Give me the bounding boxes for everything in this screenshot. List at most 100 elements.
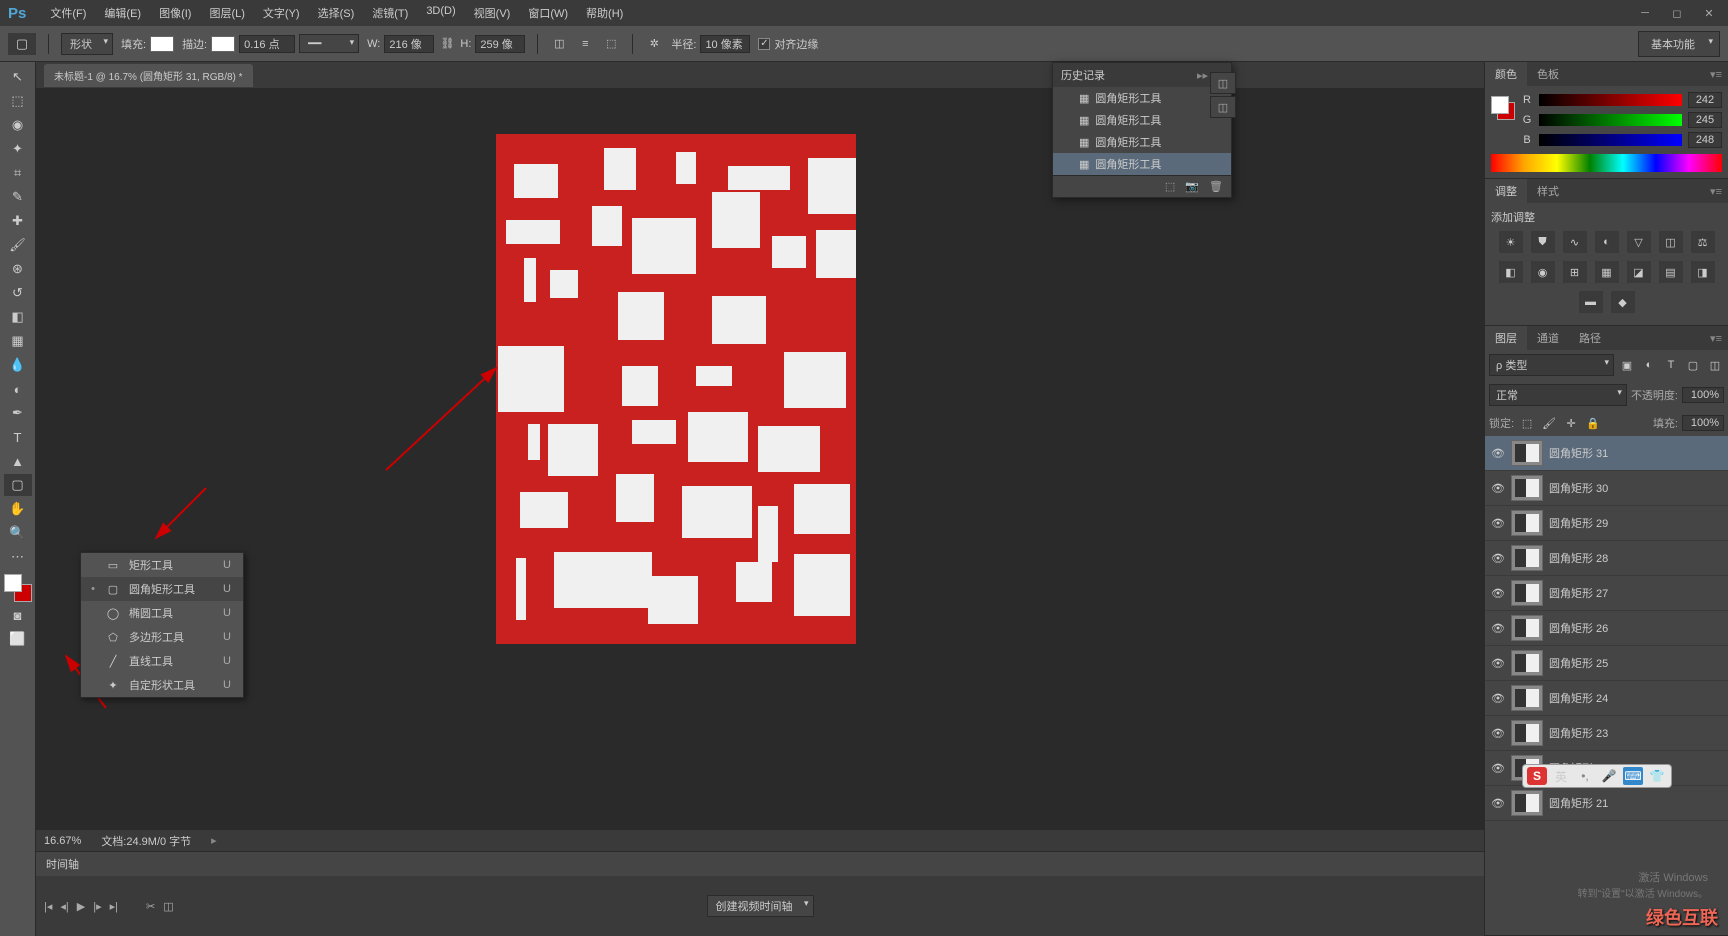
menu-item[interactable]: 窗口(W) — [520, 1, 576, 25]
fill-value[interactable]: 100% — [1682, 415, 1724, 431]
layer-row[interactable]: 👁圆角矩形 25 — [1485, 646, 1728, 681]
shape-tool-option[interactable]: ⬠多边形工具U — [81, 625, 243, 649]
dock-icon[interactable]: ◫ — [1210, 96, 1236, 118]
shape-tool-option[interactable]: ╱直线工具U — [81, 649, 243, 673]
cut-icon[interactable]: ✂ — [146, 900, 155, 913]
gear-icon[interactable]: ✲ — [645, 35, 663, 53]
workspace-switcher[interactable]: 基本功能 — [1638, 31, 1720, 57]
height-input[interactable] — [475, 35, 525, 53]
shape-tool-option[interactable]: ▭矩形工具U — [81, 553, 243, 577]
hand-tool[interactable]: ✋ — [4, 498, 32, 520]
visibility-icon[interactable]: 👁 — [1491, 692, 1505, 705]
hist-new-doc-icon[interactable]: ⬚ — [1165, 180, 1175, 193]
path-ops-icon[interactable]: ◫ — [550, 35, 568, 53]
layer-row[interactable]: 👁圆角矩形 23 — [1485, 716, 1728, 751]
pen-tool[interactable]: ✒ — [4, 402, 32, 424]
crop-tool[interactable]: ⌗ — [4, 162, 32, 184]
ime-toolbar[interactable]: S 英 •, 🎤 ⌨ 👕 — [1522, 764, 1672, 788]
history-item[interactable]: ▦圆角矩形工具 — [1053, 87, 1231, 109]
history-item[interactable]: ▦圆角矩形工具 — [1053, 131, 1231, 153]
visibility-icon[interactable]: 👁 — [1491, 447, 1505, 460]
align-edges-checkbox[interactable] — [758, 38, 770, 50]
layer-row[interactable]: 👁圆角矩形 28 — [1485, 541, 1728, 576]
wand-tool[interactable]: ✦ — [4, 138, 32, 160]
bw-icon[interactable]: ◧ — [1499, 261, 1523, 283]
blur-tool[interactable]: 💧 — [4, 354, 32, 376]
lock-image-icon[interactable]: 🖌 — [1540, 414, 1558, 432]
vibrance-icon[interactable]: ▽ — [1627, 231, 1651, 253]
brush-tool[interactable]: 🖌 — [4, 234, 32, 256]
radius-input[interactable] — [700, 35, 750, 53]
screenmode-tool[interactable]: ⬜ — [4, 628, 32, 650]
filter-smart-icon[interactable]: ◫ — [1706, 356, 1724, 374]
visibility-icon[interactable]: 👁 — [1491, 797, 1505, 810]
posterize-icon[interactable]: ▤ — [1659, 261, 1683, 283]
styles-tab[interactable]: 样式 — [1527, 179, 1569, 203]
layer-row[interactable]: 👁圆角矩形 24 — [1485, 681, 1728, 716]
invert-icon[interactable]: ◪ — [1627, 261, 1651, 283]
layer-thumbnail[interactable] — [1511, 545, 1543, 571]
close-button[interactable]: ✕ — [1694, 3, 1724, 23]
menu-item[interactable]: 图层(L) — [201, 1, 252, 25]
visibility-icon[interactable]: 👁 — [1491, 587, 1505, 600]
layer-row[interactable]: 👁圆角矩形 31 — [1485, 436, 1728, 471]
visibility-icon[interactable]: 👁 — [1491, 727, 1505, 740]
hue-icon[interactable]: ◫ — [1659, 231, 1683, 253]
menu-item[interactable]: 文字(Y) — [255, 1, 308, 25]
next-frame-icon[interactable]: |▸ — [93, 900, 101, 913]
layer-thumbnail[interactable] — [1511, 790, 1543, 816]
filter-type-icon[interactable]: T — [1662, 356, 1680, 374]
layer-thumbnail[interactable] — [1511, 440, 1543, 466]
r-value[interactable]: 242 — [1688, 92, 1722, 108]
link-wh-icon[interactable]: ⛓ — [438, 35, 456, 53]
photo-filter-icon[interactable]: ◉ — [1531, 261, 1555, 283]
lock-position-icon[interactable]: ✛ — [1562, 414, 1580, 432]
layer-kind-filter[interactable]: ρ 类型 — [1489, 354, 1614, 376]
menu-item[interactable]: 图像(I) — [151, 1, 199, 25]
gradient-tool[interactable]: ▦ — [4, 330, 32, 352]
tool-preset-icon[interactable]: ▢ — [8, 33, 36, 55]
color-swatches[interactable] — [4, 574, 32, 602]
g-value[interactable]: 245 — [1688, 112, 1722, 128]
exposure-icon[interactable]: ◐ — [1595, 231, 1619, 253]
goto-last-icon[interactable]: ▸| — [110, 900, 118, 913]
mixer-icon[interactable]: ⊞ — [1563, 261, 1587, 283]
layer-row[interactable]: 👁圆角矩形 29 — [1485, 506, 1728, 541]
layer-thumbnail[interactable] — [1511, 685, 1543, 711]
timeline-tab[interactable]: 时间轴 — [36, 852, 1484, 876]
align-icon[interactable]: ≡ — [576, 35, 594, 53]
menu-item[interactable]: 帮助(H) — [578, 1, 631, 25]
stroke-style-dropdown[interactable]: ━━ — [299, 34, 359, 53]
visibility-icon[interactable]: 👁 — [1491, 762, 1505, 775]
fill-swatch[interactable] — [150, 36, 174, 52]
filter-pixel-icon[interactable]: ▣ — [1618, 356, 1636, 374]
filter-adj-icon[interactable]: ◐ — [1640, 356, 1658, 374]
move-tool[interactable]: ↖ — [4, 66, 32, 88]
visibility-icon[interactable]: 👁 — [1491, 622, 1505, 635]
layer-row[interactable]: 👁圆角矩形 27 — [1485, 576, 1728, 611]
history-item[interactable]: ▦圆角矩形工具 — [1053, 109, 1231, 131]
type-tool[interactable]: T — [4, 426, 32, 448]
stamp-tool[interactable]: ⊛ — [4, 258, 32, 280]
visibility-icon[interactable]: 👁 — [1491, 482, 1505, 495]
adjustments-tab[interactable]: 调整 — [1485, 179, 1527, 203]
prev-frame-icon[interactable]: ◂| — [60, 900, 68, 913]
menu-item[interactable]: 3D(D) — [418, 1, 463, 25]
paths-tab[interactable]: 路径 — [1569, 326, 1611, 350]
foreground-swatch[interactable] — [4, 574, 22, 592]
goto-first-icon[interactable]: |◂ — [44, 900, 52, 913]
zoom-value[interactable]: 16.67% — [44, 835, 81, 847]
ime-lang[interactable]: 英 — [1551, 767, 1571, 785]
blend-mode-dropdown[interactable]: 正常 — [1489, 384, 1627, 406]
curves-icon[interactable]: ∿ — [1563, 231, 1587, 253]
layer-row[interactable]: 👁圆角矩形 21 — [1485, 786, 1728, 821]
width-input[interactable] — [384, 35, 434, 53]
quickmask-tool[interactable]: ◙ — [4, 604, 32, 626]
eraser-tool[interactable]: ◧ — [4, 306, 32, 328]
transition-icon[interactable]: ◫ — [163, 900, 173, 913]
brightness-icon[interactable]: ☀ — [1499, 231, 1523, 253]
history-item[interactable]: ▦圆角矩形工具 — [1053, 153, 1231, 175]
shape-tool-option[interactable]: •▢圆角矩形工具U — [81, 577, 243, 601]
dodge-tool[interactable]: ◐ — [4, 378, 32, 400]
play-icon[interactable]: ▶ — [77, 900, 85, 913]
